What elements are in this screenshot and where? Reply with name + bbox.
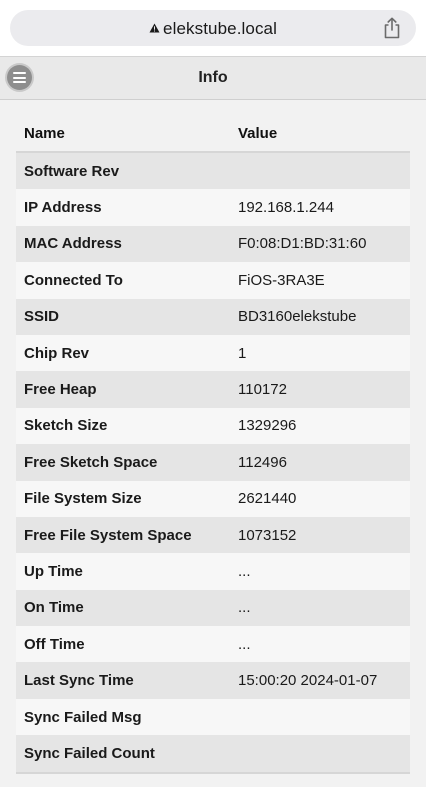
table-row: Chip Rev 1 xyxy=(16,334,410,372)
row-name: Free File System Space xyxy=(16,516,230,554)
row-name: Off Time xyxy=(16,626,230,663)
row-name: MAC Address xyxy=(16,225,230,263)
table-row: File System Size 2621440 xyxy=(16,480,410,517)
table-row: Last Sync Time 15:00:20 2024-01-07 xyxy=(16,662,410,699)
not-secure-warning-icon xyxy=(149,18,160,38)
browser-toolbar: elekstube.local xyxy=(0,0,426,56)
row-name: Free Heap xyxy=(16,371,230,408)
row-name: Software Rev xyxy=(16,152,230,190)
row-value: 112496 xyxy=(230,444,410,481)
table-row: Free File System Space 1073152 xyxy=(16,516,410,554)
info-table: Name Value Software Rev IP Address 192.16… xyxy=(16,115,410,774)
row-value: F0:08:D1:BD:31:60 xyxy=(230,225,410,263)
row-name: Last Sync Time xyxy=(16,662,230,699)
row-value: 1073152 xyxy=(230,516,410,554)
row-value: 2621440 xyxy=(230,480,410,517)
table-header-row: Name Value xyxy=(16,115,410,153)
row-value: 1329296 xyxy=(230,407,410,445)
row-value: ... xyxy=(230,626,410,663)
address-bar[interactable]: elekstube.local xyxy=(10,10,416,46)
row-name: Free Sketch Space xyxy=(16,444,230,481)
row-value xyxy=(230,735,410,774)
page-title: Info xyxy=(198,69,228,86)
table-row: Up Time... xyxy=(16,553,410,590)
row-value: 15:00:20 2024-01-07 xyxy=(230,662,410,699)
app-header: Info xyxy=(0,56,426,100)
row-value: FiOS-3RA3E xyxy=(230,262,410,299)
table-row: Software Rev xyxy=(16,152,410,190)
row-value: 110172 xyxy=(230,371,410,408)
table-row: On Time... xyxy=(16,589,410,627)
table-row: Connected To FiOS-3RA3E xyxy=(16,262,410,299)
share-icon[interactable] xyxy=(382,17,402,39)
table-row: Sketch Size 1329296 xyxy=(16,407,410,445)
row-value: 192.168.1.244 xyxy=(230,189,410,226)
row-name: Sketch Size xyxy=(16,407,230,445)
column-header-name: Name xyxy=(16,115,230,153)
table-row: MAC Address F0:08:D1:BD:31:60 xyxy=(16,225,410,263)
row-name: On Time xyxy=(16,589,230,627)
row-name: Chip Rev xyxy=(16,334,230,372)
row-name: Connected To xyxy=(16,262,230,299)
row-name: File System Size xyxy=(16,480,230,517)
row-value: ... xyxy=(230,589,410,627)
row-value: BD3160elekstube xyxy=(230,298,410,335)
row-value xyxy=(230,152,410,190)
table-row: Free Heap 110172 xyxy=(16,371,410,408)
table-row: Sync Failed Msg xyxy=(16,698,410,736)
row-name: SSID xyxy=(16,298,230,335)
url-display[interactable]: elekstube.local xyxy=(10,18,416,39)
table-row: SSID BD3160elekstube xyxy=(16,298,410,335)
row-name: Up Time xyxy=(16,553,230,590)
info-content: Name Value Software Rev IP Address 192.16… xyxy=(16,115,410,774)
row-name: Sync Failed Msg xyxy=(16,698,230,736)
row-name: IP Address xyxy=(16,189,230,226)
row-name: Sync Failed Count xyxy=(16,735,230,774)
url-text: elekstube.local xyxy=(163,19,277,38)
table-row: Free Sketch Space 112496 xyxy=(16,444,410,481)
row-value xyxy=(230,698,410,736)
column-header-value: Value xyxy=(230,115,410,153)
table-row: Sync Failed Count xyxy=(16,735,410,774)
table-row: Off Time... xyxy=(16,626,410,663)
row-value: 1 xyxy=(230,334,410,372)
table-row: IP Address 192.168.1.244 xyxy=(16,189,410,226)
row-value: ... xyxy=(230,553,410,590)
